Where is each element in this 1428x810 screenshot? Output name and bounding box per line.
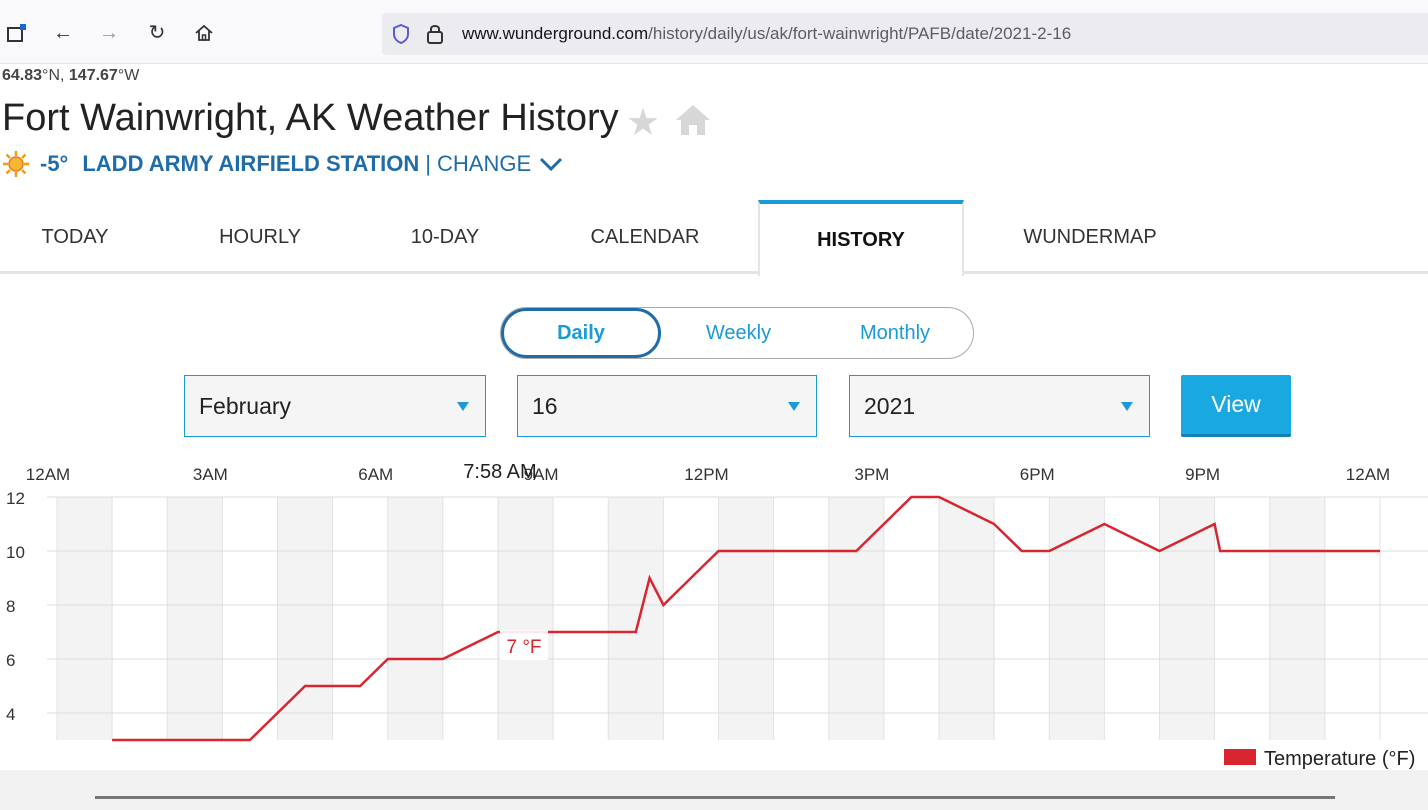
temperature-chart: 468101212AM 3AM 6AM 9AM 12PM 3PM 6PM 9PM 12AM7:5…	[6, 461, 1428, 770]
page-title: Fort Wainwright, AK Weather History	[2, 97, 619, 139]
forward-icon[interactable]: →	[98, 22, 120, 44]
month-select[interactable]: February	[184, 375, 486, 437]
y-tick-label: 4	[6, 705, 15, 724]
y-tick-label: 8	[6, 597, 15, 616]
x-tick-label: 9PM	[1185, 465, 1220, 484]
longitude: 147.67	[68, 67, 118, 84]
forecast-tabs: TODAY HOURLY 10-DAY CALENDAR HISTORY WUN…	[0, 200, 1428, 276]
tooltip-value: 7 °F	[506, 637, 541, 658]
hour-band	[57, 497, 113, 740]
month-value: February	[199, 392, 292, 419]
back-icon[interactable]: ←	[52, 22, 74, 44]
tab-hourly[interactable]: HOURLY	[180, 200, 340, 274]
url-text: www.wunderground.com/history/daily/us/ak…	[462, 24, 1072, 43]
coordinates: 64.83°N, 147.67°W	[2, 67, 140, 84]
tooltip-time: 7:58 AM	[463, 461, 536, 483]
day-select[interactable]: 16	[517, 375, 817, 437]
lock-icon[interactable]	[424, 23, 446, 45]
y-tick-label: 10	[6, 543, 25, 562]
view-button[interactable]: View	[1181, 375, 1291, 437]
year-value: 2021	[864, 392, 916, 419]
current-temperature: -5°	[40, 151, 69, 176]
station-name[interactable]: LADD ARMY AIRFIELD STATION	[82, 151, 419, 177]
period-weekly[interactable]: Weekly	[661, 308, 816, 358]
reload-icon[interactable]: ↻	[146, 22, 168, 44]
browser-toolbar: ← → ↻ www.wunderground.com/history/daily…	[0, 0, 1428, 64]
legend-swatch	[1224, 749, 1256, 765]
hour-band	[1269, 497, 1325, 740]
period-daily[interactable]: Daily	[501, 308, 661, 358]
tab-icon[interactable]	[6, 22, 28, 44]
shield-icon[interactable]	[390, 23, 412, 45]
tab-10-day[interactable]: 10-DAY	[370, 200, 520, 274]
legend-label: Temperature (°F)	[1264, 748, 1415, 770]
dropdown-caret-icon	[1121, 402, 1133, 411]
change-station-link[interactable]: CHANGE	[437, 151, 531, 177]
chevron-down-icon[interactable]	[539, 156, 563, 172]
sun-icon	[3, 151, 29, 177]
separator: |	[425, 151, 431, 176]
hour-band	[1049, 497, 1105, 740]
period-monthly[interactable]: Monthly	[816, 308, 974, 358]
x-tick-label: 6AM	[358, 465, 393, 484]
page-footer-band	[0, 770, 1428, 810]
horizontal-scrollbar[interactable]	[95, 796, 1335, 799]
hour-band	[1159, 497, 1215, 740]
home-button-icon[interactable]	[193, 22, 215, 44]
dropdown-caret-icon	[457, 402, 469, 411]
hour-band	[718, 497, 774, 740]
hour-band	[167, 497, 223, 740]
x-tick-label: 12AM	[26, 465, 70, 484]
y-tick-label: 12	[6, 489, 25, 508]
star-icon[interactable]: ★	[626, 100, 660, 145]
dropdown-caret-icon	[788, 402, 800, 411]
x-tick-label: 6PM	[1020, 465, 1055, 484]
station-line: -5° LADD ARMY AIRFIELD STATION | CHANGE	[2, 150, 563, 178]
tab-today[interactable]: TODAY	[0, 200, 150, 274]
y-tick-label: 6	[6, 651, 15, 670]
x-tick-label: 12PM	[684, 465, 728, 484]
period-selector: Daily Weekly Monthly	[500, 307, 974, 359]
x-tick-label: 3AM	[193, 465, 228, 484]
year-select[interactable]: 2021	[849, 375, 1150, 437]
hour-band	[387, 497, 443, 740]
home-icon[interactable]	[674, 103, 712, 137]
x-tick-label: 3PM	[854, 465, 889, 484]
tab-history[interactable]: HISTORY	[758, 200, 964, 276]
hour-band	[498, 497, 554, 740]
address-bar[interactable]: www.wunderground.com/history/daily/us/ak…	[382, 13, 1428, 55]
hour-band	[608, 497, 664, 740]
tab-calendar[interactable]: CALENDAR	[560, 200, 730, 274]
tab-wundermap[interactable]: WUNDERMAP	[1000, 200, 1180, 274]
x-tick-label: 12AM	[1346, 465, 1390, 484]
latitude: 64.83	[2, 67, 43, 84]
day-value: 16	[532, 392, 558, 419]
hour-band	[939, 497, 995, 740]
